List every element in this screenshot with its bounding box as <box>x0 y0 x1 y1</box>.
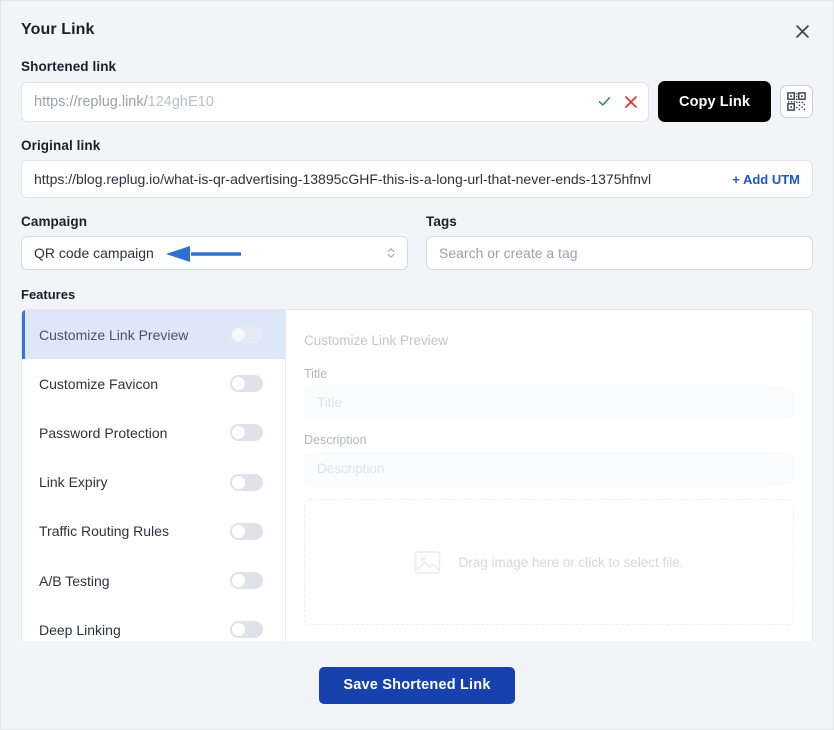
feature-row-link-expiry[interactable]: Link Expiry <box>22 458 285 507</box>
image-icon <box>414 549 441 576</box>
feature-row-customize-link-preview[interactable]: Customize Link Preview <box>22 310 285 360</box>
shortened-link-prefix: https://replug.link/ <box>34 93 148 110</box>
campaign-label: Campaign <box>21 214 88 229</box>
feature-row-deep-linking[interactable]: Deep Linking <box>22 605 285 641</box>
modal-header: Your Link <box>1 1 833 59</box>
chevron-up-down-icon <box>386 246 396 260</box>
shortened-link-slug: 124ghE10 <box>147 93 214 110</box>
modal-body: Shortened link https://replug.link/124gh… <box>1 59 833 641</box>
feature-row-traffic-routing-rules[interactable]: Traffic Routing Rules <box>22 507 285 556</box>
original-link-label: Original link <box>21 138 101 153</box>
check-icon[interactable] <box>597 94 612 109</box>
feature-label: Customize Link Preview <box>39 326 189 343</box>
feature-label: Customize Favicon <box>39 375 159 392</box>
features-list: Customize Link Preview Customize Favicon… <box>22 310 286 641</box>
original-link-field[interactable]: https://blog.replug.io/what-is-qr-advert… <box>21 160 813 198</box>
features-label: Features <box>21 287 76 302</box>
feature-row-password-protection[interactable]: Password Protection <box>22 408 285 457</box>
link-preview-panel: Customize Link Preview Title Title Descr… <box>286 310 812 641</box>
feature-label: Link Expiry <box>39 474 108 491</box>
feature-toggle[interactable] <box>230 621 263 639</box>
shortened-link-label: Shortened link <box>21 59 117 74</box>
validation-icons <box>597 83 638 121</box>
features-card: Customize Link Preview Customize Favicon… <box>21 309 813 641</box>
close-icon[interactable] <box>789 18 815 44</box>
qr-code-icon[interactable] <box>780 85 813 118</box>
copy-link-button[interactable]: Copy Link <box>658 81 771 122</box>
campaign-selected-value: QR code campaign <box>34 245 154 261</box>
title-label: Title <box>304 367 328 381</box>
shortened-link-input[interactable]: https://replug.link/124ghE10 <box>21 81 649 122</box>
feature-label: A/B Testing <box>39 572 110 589</box>
feature-label: Password Protection <box>39 424 168 441</box>
campaign-column: Campaign QR code campaign <box>21 214 408 270</box>
description-label: Description <box>304 433 367 447</box>
description-input[interactable]: Description <box>304 453 794 484</box>
feature-label: Traffic Routing Rules <box>39 523 169 540</box>
campaign-tags-row: Campaign QR code campaign Tags Search or… <box>21 214 813 270</box>
panel-heading: Customize Link Preview <box>304 333 449 348</box>
campaign-select[interactable]: QR code campaign <box>21 236 408 270</box>
feature-row-ab-testing[interactable]: A/B Testing <box>22 556 285 605</box>
feature-toggle[interactable] <box>230 326 263 344</box>
shortened-link-value: https://replug.link/124ghE10 <box>34 94 214 110</box>
feature-toggle[interactable] <box>230 473 263 491</box>
title-input[interactable]: Title <box>304 387 794 418</box>
dropzone-text: Drag image here or click to select file. <box>458 554 684 570</box>
original-link-value: https://blog.replug.io/what-is-qr-advert… <box>34 171 652 187</box>
feature-toggle[interactable] <box>230 424 263 442</box>
page-title: Your Link <box>21 21 95 38</box>
description-placeholder: Description <box>317 461 385 476</box>
feature-toggle[interactable] <box>230 375 263 393</box>
tags-label: Tags <box>426 214 457 229</box>
modal-footer: Save Shortened Link <box>1 641 833 729</box>
feature-row-customize-favicon[interactable]: Customize Favicon <box>22 359 285 408</box>
feature-toggle[interactable] <box>230 572 263 590</box>
add-utm-button[interactable]: + Add UTM <box>720 172 800 187</box>
tags-input[interactable]: Search or create a tag <box>426 236 813 270</box>
title-placeholder: Title <box>317 395 343 410</box>
feature-label: Deep Linking <box>39 621 121 638</box>
save-shortened-link-button[interactable]: Save Shortened Link <box>319 666 515 704</box>
image-dropzone[interactable]: Drag image here or click to select file. <box>304 499 794 625</box>
feature-toggle[interactable] <box>230 522 263 540</box>
x-icon[interactable] <box>624 95 638 109</box>
your-link-modal: Your Link Shortened link https://replug.… <box>0 0 834 730</box>
shortened-link-row: https://replug.link/124ghE10 Copy Link <box>21 81 813 122</box>
tags-column: Tags Search or create a tag <box>426 214 813 270</box>
tags-placeholder: Search or create a tag <box>439 245 578 261</box>
